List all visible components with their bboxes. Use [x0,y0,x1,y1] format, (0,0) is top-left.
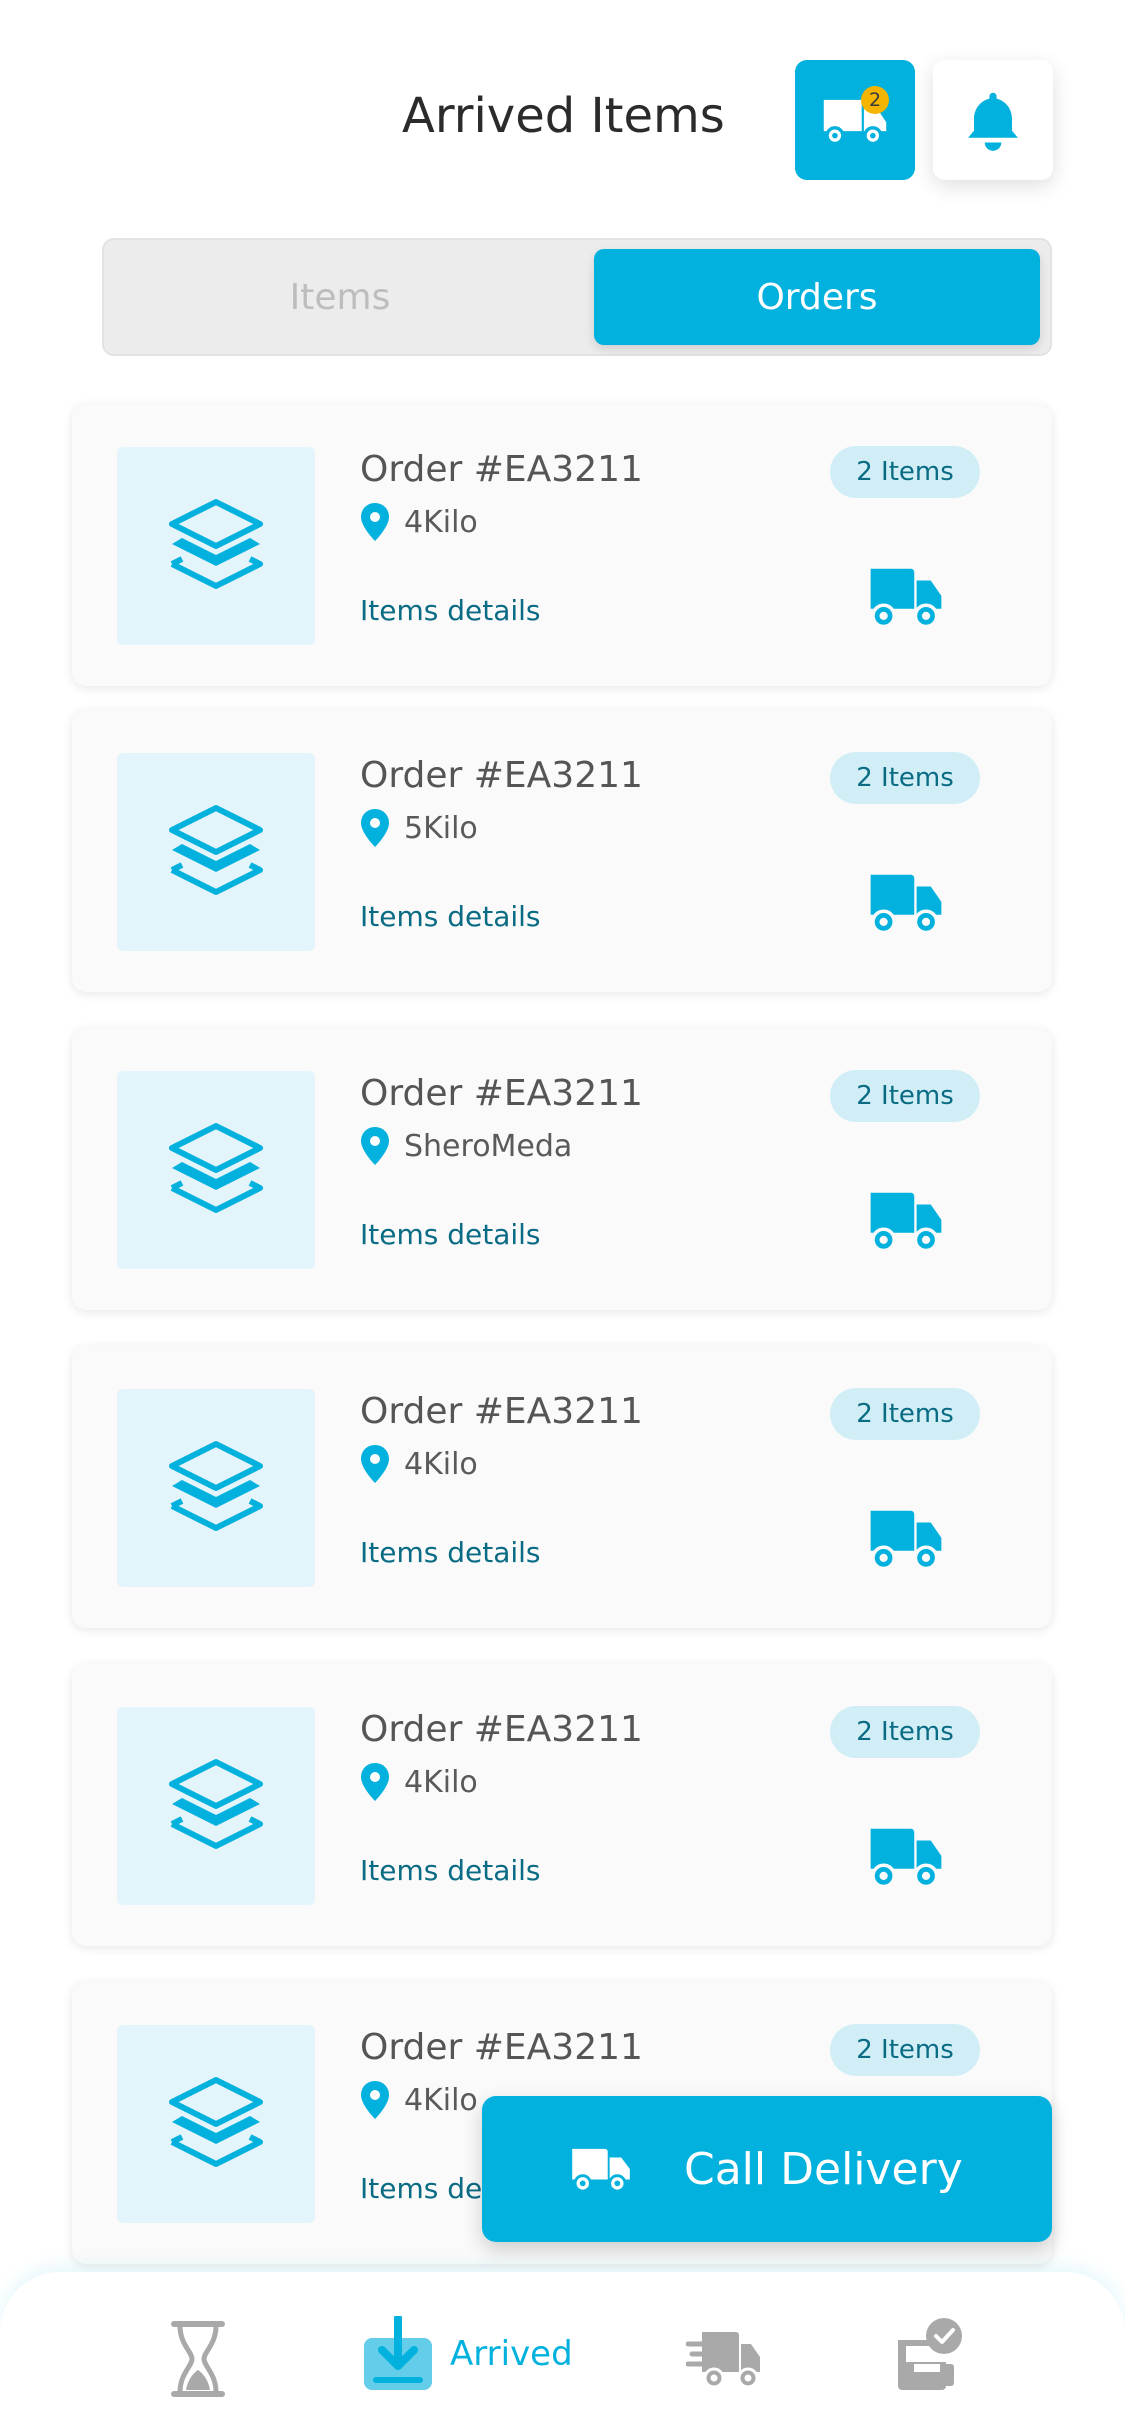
order-card[interactable]: Order #EA3211 5Kilo Items details 2 Item… [72,710,1052,992]
layers-icon [169,2077,263,2167]
truck-icon [870,568,942,629]
order-title: Order #EA3211 [360,1073,643,1114]
fast-delivery-truck-icon [686,2332,760,2389]
nav-arrived[interactable]: Arrived [362,2316,573,2392]
order-thumbnail [117,1707,315,1905]
order-location-text: 5Kilo [404,810,478,846]
truck-icon [870,874,942,935]
location-pin-icon [361,1445,389,1483]
order-card[interactable]: Order #EA3211 4Kilo Items details 2 Item… [72,1664,1052,1946]
order-thumbnail [117,447,315,645]
order-location: 5Kilo [360,808,478,848]
delivery-cart-button[interactable]: 2 [795,60,915,180]
order-location-text: 4Kilo [404,1764,478,1800]
item-count-badge: 2 Items [830,446,980,498]
layers-icon [169,1441,263,1531]
call-delivery-button[interactable]: Call Delivery [482,2096,1052,2242]
order-location: SheroMeda [360,1126,572,1166]
item-count-badge: 2 Items [830,1388,980,1440]
order-location: 4Kilo [360,1444,478,1484]
order-location: 4Kilo [360,502,478,542]
order-title: Order #EA3211 [360,1709,643,1750]
location-pin-icon [361,809,389,847]
order-title: Order #EA3211 [360,755,643,796]
order-card[interactable]: Order #EA3211 4Kilo Items details 2 Item… [72,404,1052,686]
order-thumbnail [117,1071,315,1269]
location-pin-icon [361,2081,389,2119]
nav-pending[interactable] [168,2320,228,2398]
layers-icon [169,499,263,589]
order-thumbnail [117,2025,315,2223]
bottom-navigation: Arrived [0,2272,1125,2436]
cart-count-badge: 2 [861,86,889,114]
order-card[interactable]: Order #EA3211 4Kilo Items details 2 Item… [72,1346,1052,1628]
nav-delivered[interactable] [892,2316,962,2392]
order-thumbnail [117,753,315,951]
tab-items[interactable]: Items [110,250,570,344]
items-details-link[interactable]: Items details [360,900,541,933]
item-count-badge: 2 Items [830,1706,980,1758]
truck-icon [572,2148,630,2193]
truck-icon [870,1192,942,1253]
order-title: Order #EA3211 [360,449,643,490]
order-location-text: 4Kilo [404,1446,478,1482]
item-count-badge: 2 Items [830,1070,980,1122]
order-thumbnail [117,1389,315,1587]
order-location-text: 4Kilo [404,504,478,540]
location-pin-icon [361,1127,389,1165]
page-title-text: Arrived Items [402,88,725,144]
items-details-link[interactable]: Items details [360,1854,541,1887]
tab-orders[interactable]: Orders [594,249,1040,345]
call-delivery-label: Call Delivery [684,2143,963,2195]
order-location: 4Kilo [360,1762,478,1802]
arrived-download-icon [364,2316,432,2390]
order-location-text: SheroMeda [404,1128,573,1164]
nav-arrived-label: Arrived [450,2334,573,2374]
layers-icon [169,1123,263,1213]
truck-icon [870,1828,942,1889]
order-title: Order #EA3211 [360,1391,643,1432]
item-count-badge: 2 Items [830,752,980,804]
items-details-link[interactable]: Items details [360,1536,541,1569]
order-location-text: 4Kilo [404,2082,478,2118]
items-details-link[interactable]: Items details [360,1218,541,1251]
order-card[interactable]: Order #EA3211 SheroMeda Items details 2 … [72,1028,1052,1310]
notifications-button[interactable] [933,60,1053,180]
order-location: 4Kilo [360,2080,478,2120]
items-details-link[interactable]: Items details [360,594,541,627]
location-pin-icon [361,1763,389,1801]
location-pin-icon [361,503,389,541]
hourglass-icon [171,2321,225,2397]
nav-in-delivery[interactable] [686,2328,762,2390]
layers-icon [169,1759,263,1849]
truck-icon [870,1510,942,1571]
bell-icon [968,92,1018,151]
item-count-badge: 2 Items [830,2024,980,2076]
order-title: Order #EA3211 [360,2027,643,2068]
delivered-box-check-icon [898,2318,962,2390]
layers-icon [169,805,263,895]
